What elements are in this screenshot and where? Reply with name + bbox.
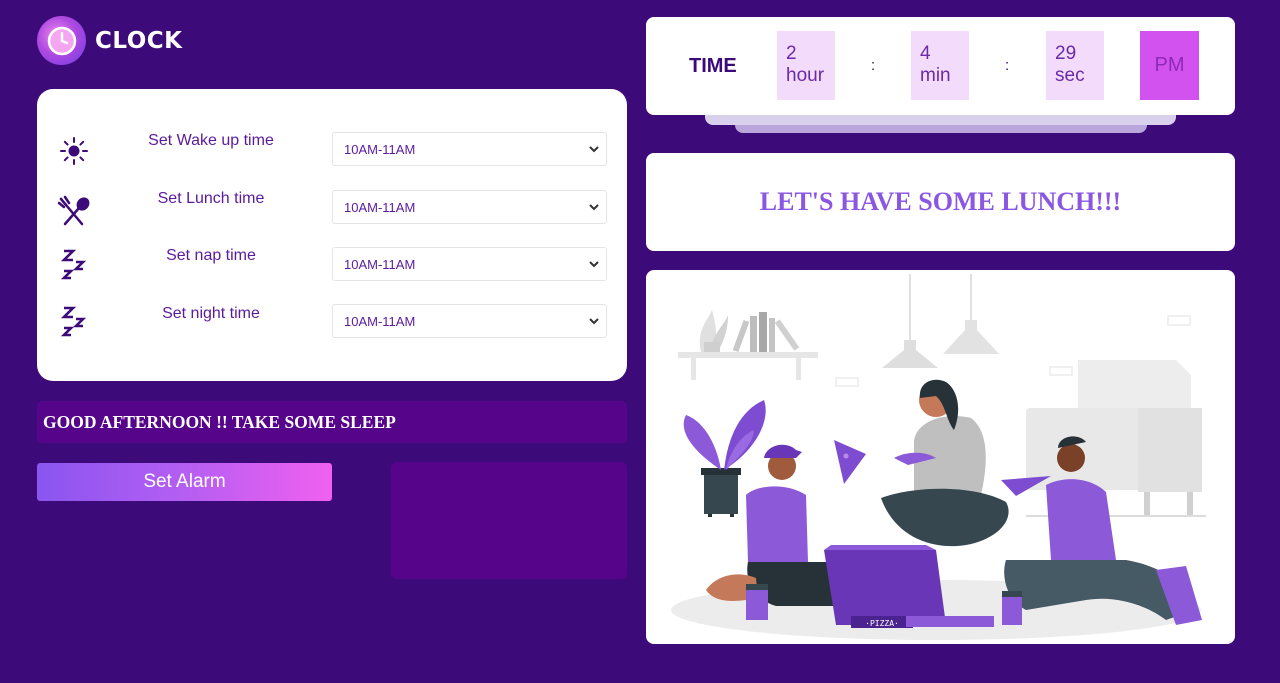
chevron-down-icon — [589, 318, 599, 325]
hour-box: 2 hour — [777, 31, 835, 100]
hour-unit: hour — [786, 65, 825, 86]
hour-value: 2 — [786, 43, 797, 64]
wake-time-select[interactable]: 10AM-11AM — [332, 132, 607, 166]
fork-spoon-icon — [55, 192, 93, 230]
illustration-card: ·PIZZA· — [646, 270, 1235, 644]
time-separator: : — [871, 57, 876, 74]
set-alarm-button[interactable]: Set Alarm — [37, 463, 332, 501]
setting-row-lunch: Set Lunch time 10AM-11AM — [37, 190, 627, 230]
select-value: 10AM-11AM — [344, 313, 416, 329]
setting-row-night: Set night time 10AM-11AM — [37, 304, 627, 344]
alarm-panel — [391, 462, 627, 579]
nap-time-select[interactable]: 10AM-11AM — [332, 247, 607, 281]
time-separator: : — [1005, 57, 1010, 74]
app-title: CLOCK — [95, 27, 183, 54]
zzz-icon — [55, 247, 93, 285]
setting-row-wake: Set Wake up time 10AM-11AM — [37, 132, 627, 172]
time-title: TIME — [689, 55, 737, 77]
chevron-down-icon — [589, 146, 599, 153]
setting-label: Set Wake up time — [148, 132, 274, 149]
lunch-time-select[interactable]: 10AM-11AM — [332, 190, 607, 224]
minute-value: 4 — [920, 43, 931, 64]
chevron-down-icon — [589, 261, 599, 268]
select-value: 10AM-11AM — [344, 141, 416, 157]
zzz-icon — [55, 304, 93, 342]
ampm-indicator: PM — [1140, 31, 1199, 100]
second-value: 29 — [1055, 43, 1077, 64]
clock-icon — [37, 16, 86, 65]
time-card: TIME 2 hour : 4 min : 29 sec PM — [646, 17, 1235, 115]
pizza-box-label: ·PIZZA· — [865, 619, 899, 628]
setting-row-nap: Set nap time 10AM-11AM — [37, 247, 627, 287]
setting-label: Set nap time — [166, 247, 256, 264]
second-box: 29 sec — [1046, 31, 1104, 100]
setting-label: Set Lunch time — [157, 190, 265, 207]
schedule-settings-card: Set Wake up time 10AM-11AM Set Lunch tim… — [37, 89, 627, 381]
setting-label: Set night time — [162, 305, 260, 322]
minute-box: 4 min — [911, 31, 969, 100]
pizza-party-illustration: ·PIZZA· — [671, 274, 1206, 640]
sun-icon — [55, 132, 93, 170]
night-time-select[interactable]: 10AM-11AM — [332, 304, 607, 338]
minute-unit: min — [920, 65, 951, 86]
greeting-message: GOOD AFTERNOON !! TAKE SOME SLEEP — [37, 401, 627, 443]
activity-banner: LET'S HAVE SOME LUNCH!!! — [646, 153, 1235, 251]
app-logo: CLOCK — [37, 16, 182, 65]
banner-text: LET'S HAVE SOME LUNCH!!! — [759, 187, 1122, 216]
chevron-down-icon — [589, 204, 599, 211]
select-value: 10AM-11AM — [344, 199, 416, 215]
second-unit: sec — [1055, 65, 1085, 86]
select-value: 10AM-11AM — [344, 256, 416, 272]
